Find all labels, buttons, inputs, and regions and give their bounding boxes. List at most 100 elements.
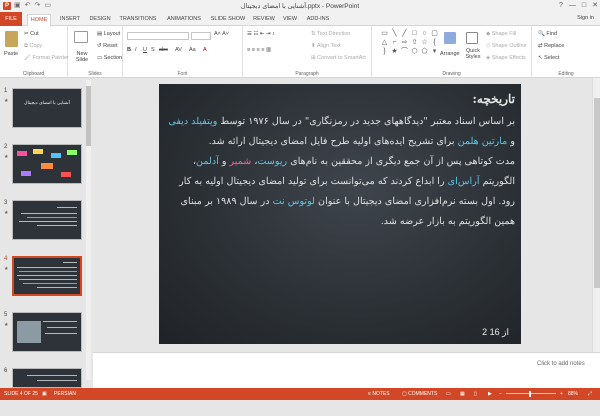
pentagon-shape-icon[interactable]: ⬠ bbox=[420, 48, 429, 56]
font-color-button[interactable]: A bbox=[203, 47, 207, 53]
shape-effects-button[interactable]: ◈ Shape Effects bbox=[486, 55, 526, 61]
current-slide[interactable]: تاریخچه: بر اساس اسناد معتبر "دیدگاههای … bbox=[159, 84, 521, 344]
arrow-shape-icon[interactable]: ⇨ bbox=[400, 39, 409, 47]
scrollbar-thumb[interactable] bbox=[86, 86, 91, 146]
alignment-buttons[interactable]: ≡ ≡ ≡ ≡ ▥ bbox=[247, 47, 271, 53]
replace-button[interactable]: ⇄ Replace bbox=[538, 43, 564, 49]
arrange-icon[interactable] bbox=[444, 32, 456, 44]
new-slide-button[interactable]: New Slide bbox=[71, 51, 93, 63]
slide-text-box[interactable]: تاریخچه: بر اساس اسناد معتبر "دیدگاههای … bbox=[165, 92, 515, 232]
cut-button[interactable]: ✂ Cut bbox=[24, 31, 39, 37]
thumbnail-row[interactable]: 1 ★ آشنایی با امضای دیجیتال bbox=[0, 86, 93, 136]
brace-shape-icon[interactable]: } bbox=[380, 48, 389, 56]
underline-button[interactable]: U bbox=[143, 47, 147, 53]
normal-view-icon[interactable]: ▭ bbox=[446, 391, 451, 397]
curve-shape-icon[interactable]: ⌒ bbox=[400, 48, 409, 56]
tab-add-ins[interactable]: ADD-INS bbox=[304, 14, 332, 26]
convert-smartart-button[interactable]: ⊞ Convert to SmartArt bbox=[311, 55, 366, 61]
tab-review[interactable]: REVIEW bbox=[251, 14, 277, 26]
new-slide-icon[interactable] bbox=[74, 31, 88, 43]
paste-icon[interactable] bbox=[5, 31, 18, 47]
more-shapes-icon[interactable]: ▾ bbox=[430, 48, 439, 56]
star-shape-icon[interactable]: ☆ bbox=[420, 39, 429, 47]
shadow-button[interactable]: S bbox=[151, 47, 155, 53]
paste-button[interactable]: Paste bbox=[4, 51, 18, 57]
tab-slide-show[interactable]: SLIDE SHOW bbox=[208, 14, 248, 26]
notes-button[interactable]: ≡ NOTES bbox=[368, 391, 390, 397]
copy-button[interactable]: ⧉ Copy bbox=[24, 43, 42, 50]
notes-placeholder[interactable]: Click to add notes bbox=[537, 361, 585, 367]
bold-button[interactable]: B bbox=[127, 47, 131, 53]
select-button[interactable]: ↖ Select bbox=[538, 55, 559, 61]
zoom-slider-track[interactable] bbox=[506, 393, 556, 394]
arrow-shape-icon[interactable]: ⇧ bbox=[410, 39, 419, 47]
quick-styles-icon[interactable] bbox=[466, 32, 478, 44]
strikethrough-button[interactable]: abc bbox=[159, 47, 168, 53]
rectangle-shape-icon[interactable]: □ bbox=[410, 30, 419, 38]
quick-styles-button[interactable]: Quick Styles bbox=[464, 48, 482, 60]
thumbnail-row[interactable]: 4 ★ bbox=[0, 254, 93, 304]
zoom-slider-knob[interactable] bbox=[529, 391, 531, 397]
thumbnail-row[interactable]: 3 ★ bbox=[0, 198, 93, 248]
thumbnail-row[interactable]: 5 ★ bbox=[0, 310, 93, 360]
corner-shape-icon[interactable]: ⌐ bbox=[390, 39, 399, 47]
slide-thumbnail-3[interactable] bbox=[12, 200, 82, 240]
font-size-box[interactable] bbox=[191, 32, 211, 40]
line-shape-icon[interactable]: ╱ bbox=[400, 30, 409, 38]
slide-scrollbar[interactable] bbox=[592, 78, 600, 352]
list-buttons[interactable]: ☰ ☷ ⇤ ⇥ ↕ bbox=[247, 31, 275, 37]
layout-button[interactable]: ▤ Layout bbox=[97, 31, 120, 37]
reset-button[interactable]: ↺ Reset bbox=[97, 43, 118, 49]
thumbnail-row[interactable]: 2 ★ bbox=[0, 142, 93, 192]
oval-shape-icon[interactable]: ○ bbox=[420, 30, 429, 38]
text-direction-button[interactable]: ⇅ Text Direction bbox=[311, 31, 350, 37]
hexagon-shape-icon[interactable]: ⬡ bbox=[410, 48, 419, 56]
fit-slide-icon[interactable]: ⤢ bbox=[588, 391, 592, 397]
slide-thumbnail-2[interactable] bbox=[12, 144, 82, 184]
align-text-button[interactable]: ⬍ Align Text bbox=[311, 43, 341, 49]
shape-fill-button[interactable]: ◆ Shape Fill bbox=[486, 31, 516, 37]
brace-shape-icon[interactable]: { bbox=[430, 39, 439, 47]
slide-thumbnail-1[interactable]: آشنایی با امضای دیجیتال bbox=[12, 88, 82, 128]
tab-file[interactable]: FILE bbox=[0, 12, 22, 26]
shape-outline-button[interactable]: ◇ Shape Outline bbox=[486, 43, 527, 49]
slide-thumbnail-6[interactable] bbox=[12, 368, 82, 388]
tab-home[interactable]: HOME bbox=[27, 14, 51, 26]
format-painter-button[interactable]: 🖌 Format Painter bbox=[24, 55, 69, 61]
italic-button[interactable]: I bbox=[135, 47, 137, 53]
help-button[interactable]: ? bbox=[559, 1, 563, 11]
rounded-rect-shape-icon[interactable]: ▢ bbox=[430, 30, 439, 38]
grow-shrink-font-buttons[interactable]: A˄ A˅ bbox=[214, 31, 229, 37]
zoom-in-icon[interactable]: + bbox=[560, 391, 563, 397]
scrollbar-thumb[interactable] bbox=[594, 98, 600, 288]
slide-thumbnail-5[interactable] bbox=[12, 312, 82, 352]
language-indicator[interactable]: PERSIAN bbox=[54, 391, 76, 397]
line-shape-icon[interactable]: ╲ bbox=[390, 30, 399, 38]
shapes-gallery[interactable]: ▭ ╲ ╱ □ ○ ▢ △ ⌐ ⇨ ⇧ ☆ { } ★ ⌒ ⬡ ⬠ ▾ bbox=[380, 30, 438, 64]
slide-thumbnail-4-active[interactable] bbox=[12, 256, 82, 296]
tab-animations[interactable]: ANIMATIONS bbox=[163, 14, 205, 26]
zoom-level[interactable]: 88% bbox=[568, 391, 578, 397]
slideshow-view-icon[interactable]: ▶ bbox=[488, 391, 492, 397]
star-shape-icon[interactable]: ★ bbox=[390, 48, 399, 56]
thumbnails-scrollbar[interactable] bbox=[86, 80, 91, 380]
triangle-shape-icon[interactable]: △ bbox=[380, 39, 389, 47]
zoom-out-icon[interactable]: − bbox=[499, 391, 502, 397]
tab-view[interactable]: VIEW bbox=[280, 14, 300, 26]
tab-design[interactable]: DESIGN bbox=[86, 14, 114, 26]
minimize-button[interactable]: — bbox=[569, 1, 576, 11]
spell-check-icon[interactable]: ▣ bbox=[42, 391, 47, 397]
maximize-button[interactable]: □ bbox=[582, 1, 586, 11]
notes-pane[interactable]: Click to add notes bbox=[93, 352, 600, 388]
tab-insert[interactable]: INSERT bbox=[56, 14, 84, 26]
find-button[interactable]: 🔍 Find bbox=[538, 31, 557, 37]
section-button[interactable]: ▭ Section bbox=[97, 55, 122, 61]
comments-button[interactable]: ▢ COMMENTS bbox=[402, 391, 437, 397]
reading-view-icon[interactable]: ▯ bbox=[474, 391, 477, 397]
character-spacing-button[interactable]: AV bbox=[175, 47, 182, 53]
close-button[interactable]: ✕ bbox=[592, 1, 598, 11]
arrange-button[interactable]: Arrange bbox=[440, 51, 460, 57]
sign-in-link[interactable]: Sign in bbox=[577, 15, 594, 21]
textbox-shape-icon[interactable]: ▭ bbox=[380, 30, 389, 38]
change-case-button[interactable]: Aa bbox=[189, 47, 196, 53]
